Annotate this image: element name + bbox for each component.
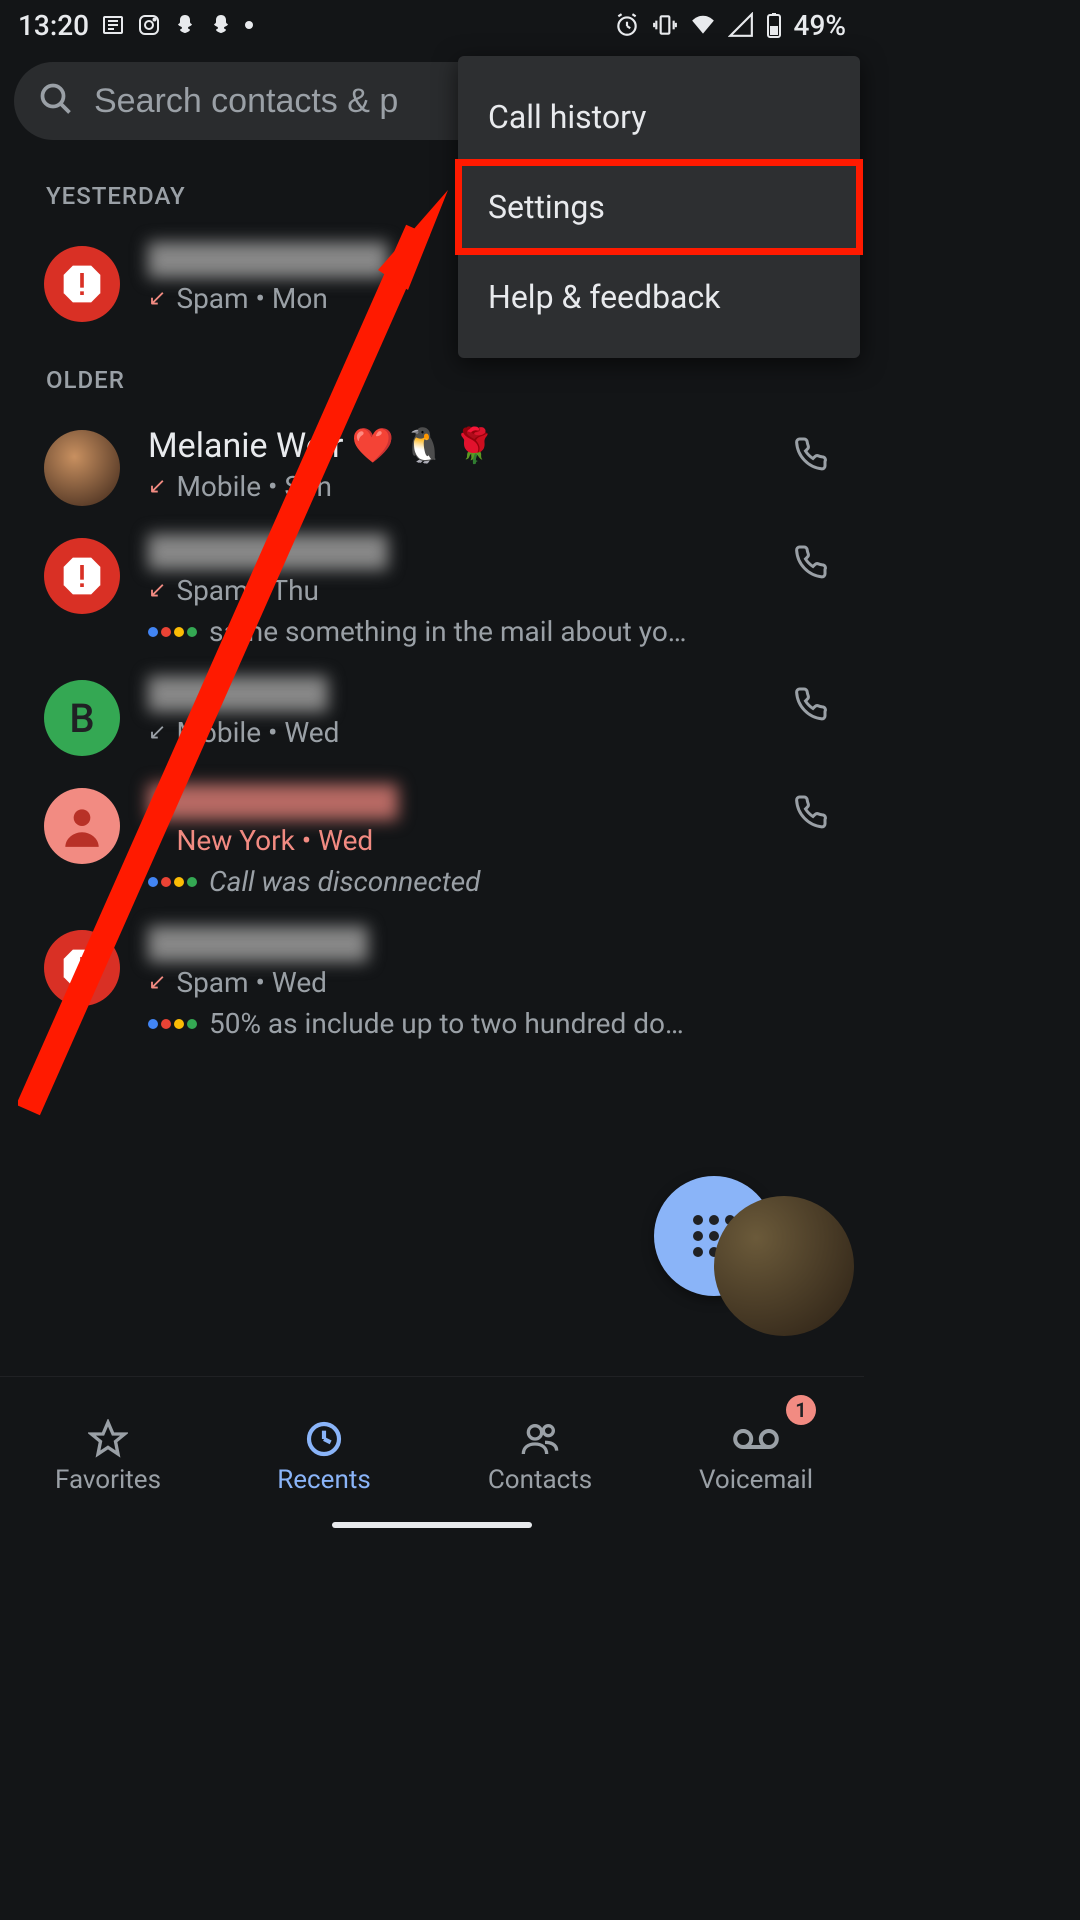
assistant-icon — [148, 627, 197, 637]
contact-avatar — [44, 430, 120, 506]
call-sub: ↙ Mobile • Sun — [148, 470, 758, 503]
call-row[interactable]: B ↙ Mobile • Wed — [0, 662, 864, 770]
status-time: 13:20 — [18, 9, 89, 42]
call-name — [148, 784, 758, 820]
call-sub: ↙ Spam • Thu — [148, 574, 758, 607]
spam-avatar — [44, 246, 120, 322]
call-button[interactable] — [786, 686, 834, 722]
instagram-icon — [137, 13, 161, 37]
call-name — [148, 926, 834, 962]
battery-icon — [766, 12, 782, 38]
call-button[interactable] — [786, 436, 834, 472]
call-name — [148, 534, 758, 570]
contact-avatar — [44, 788, 120, 864]
menu-help-feedback[interactable]: Help & feedback — [458, 252, 860, 342]
nav-recents[interactable]: Recents — [216, 1377, 432, 1536]
call-row[interactable]: ↙ Spam • Wed 50% as include up to two hu… — [0, 912, 864, 1054]
nav-label: Favorites — [55, 1465, 161, 1495]
contact-avatar: B — [44, 680, 120, 756]
overflow-menu: Call history Settings Help & feedback — [458, 56, 860, 358]
status-battery-pct: 49% — [794, 9, 846, 42]
missed-call-icon: ↙ — [148, 970, 166, 995]
spam-avatar — [44, 538, 120, 614]
call-transcript: same something in the mail about yo… — [148, 615, 758, 648]
gesture-handle[interactable] — [332, 1522, 532, 1528]
missed-call-icon: ↙ — [148, 474, 166, 499]
call-row[interactable]: Melanie Weir ❤️ 🐧 🌹 ↙ Mobile • Sun — [0, 412, 864, 520]
call-transcript: Call was disconnected — [148, 865, 758, 898]
nav-label: Voicemail — [699, 1465, 813, 1495]
call-sub: ↙ Mobile • Wed — [148, 716, 758, 749]
missed-call-icon: ↙ — [148, 578, 166, 603]
call-button[interactable] — [786, 794, 834, 830]
missed-call-icon: ↙ — [148, 828, 166, 853]
incoming-call-icon: ↙ — [148, 720, 166, 745]
assistant-icon — [148, 877, 197, 887]
wifi-icon — [690, 12, 716, 38]
vibrate-icon — [652, 12, 678, 38]
cell-signal-icon — [728, 12, 754, 38]
bottom-nav: Favorites Recents Contacts Voicemail 1 — [0, 1376, 864, 1536]
call-row[interactable]: ↙ New York • Wed Call was disconnected — [0, 770, 864, 912]
news-icon — [101, 13, 125, 37]
call-sub: ↙ New York • Wed — [148, 824, 758, 857]
nav-voicemail[interactable]: Voicemail 1 — [648, 1377, 864, 1536]
menu-settings[interactable]: Settings — [458, 162, 860, 252]
chat-head-avatar[interactable] — [714, 1196, 854, 1336]
assistant-icon — [148, 1019, 197, 1029]
more-notifications-dot — [245, 21, 253, 29]
voicemail-badge: 1 — [786, 1395, 816, 1425]
call-sub: ↙ Spam • Wed — [148, 966, 834, 999]
nav-label: Recents — [277, 1465, 371, 1495]
call-transcript: 50% as include up to two hundred do… — [148, 1007, 834, 1040]
snapchat-icon — [173, 13, 197, 37]
missed-call-icon: ↙ — [148, 286, 166, 311]
call-name: Melanie Weir ❤️ 🐧 🌹 — [148, 426, 758, 466]
status-bar: 13:20 49% — [0, 0, 864, 50]
nav-contacts[interactable]: Contacts — [432, 1377, 648, 1536]
spam-avatar — [44, 930, 120, 1006]
menu-call-history[interactable]: Call history — [458, 72, 860, 162]
nav-label: Contacts — [488, 1465, 592, 1495]
nav-favorites[interactable]: Favorites — [0, 1377, 216, 1536]
call-button[interactable] — [786, 544, 834, 580]
search-icon — [38, 81, 74, 121]
call-name — [148, 676, 758, 712]
call-row[interactable]: ↙ Spam • Thu same something in the mail … — [0, 520, 864, 662]
snapchat-icon-2 — [209, 13, 233, 37]
alarm-icon — [614, 12, 640, 38]
